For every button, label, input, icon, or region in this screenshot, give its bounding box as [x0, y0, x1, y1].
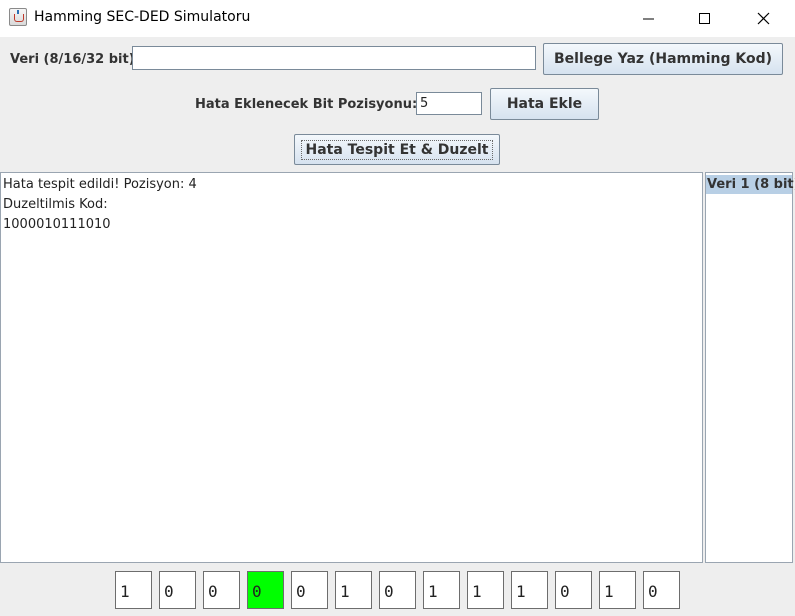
bit-cell[interactable]: 0	[203, 571, 240, 609]
bit-cell-highlighted[interactable]: 0	[247, 571, 284, 609]
bit-cell[interactable]: 1	[467, 571, 504, 609]
bit-cell[interactable]: 0	[643, 571, 680, 609]
maximize-icon	[699, 13, 710, 24]
bit-cell[interactable]: 0	[379, 571, 416, 609]
bit-cell[interactable]: 0	[555, 571, 592, 609]
write-memory-button-label: Bellege Yaz (Hamming Kod)	[553, 51, 772, 67]
memory-list[interactable]: Veri 1 (8 bit)	[705, 172, 795, 563]
error-position-label: Hata Eklenecek Bit Pozisyonu:	[195, 97, 418, 112]
data-input[interactable]	[132, 46, 536, 70]
detect-correct-button[interactable]: Hata Tespit Et & Duzelt	[294, 134, 500, 165]
add-error-button-label: Hata Ekle	[506, 96, 583, 112]
close-button[interactable]	[741, 0, 787, 37]
bit-cell[interactable]: 0	[291, 571, 328, 609]
bit-cell[interactable]: 1	[115, 571, 152, 609]
error-position-input[interactable]	[416, 92, 482, 115]
output-line: Hata tespit edildi! Pozisyon: 4	[3, 177, 197, 192]
detect-correct-button-label: Hata Tespit Et & Duzelt	[301, 139, 493, 160]
bit-cell[interactable]: 0	[159, 571, 196, 609]
memory-list-item[interactable]: Veri 1 (8 bit)	[706, 175, 795, 194]
java-cup-icon	[9, 8, 27, 26]
title-bar: Hamming SEC-DED Simulatoru	[0, 0, 795, 37]
bit-cell[interactable]: 1	[335, 571, 372, 609]
output-line: Duzeltilmis Kod:	[3, 197, 108, 212]
close-icon	[757, 12, 770, 25]
minimize-button[interactable]	[626, 0, 672, 37]
maximize-button[interactable]	[682, 0, 728, 37]
bit-cell[interactable]: 1	[423, 571, 460, 609]
write-memory-button[interactable]: Bellege Yaz (Hamming Kod)	[543, 43, 783, 75]
minimize-icon	[643, 18, 654, 20]
bit-cell[interactable]: 1	[511, 571, 548, 609]
bit-cell[interactable]: 1	[599, 571, 636, 609]
add-error-button[interactable]: Hata Ekle	[490, 88, 599, 120]
output-textarea[interactable]: Hata tespit edildi! Pozisyon: 4 Duzeltil…	[0, 172, 703, 563]
window-title: Hamming SEC-DED Simulatoru	[34, 9, 251, 25]
data-label: Veri (8/16/32 bit):	[10, 52, 140, 67]
output-line: 1000010111010	[3, 217, 111, 232]
